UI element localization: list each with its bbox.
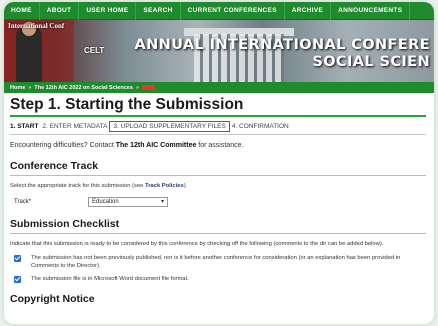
steps-divider xyxy=(10,134,426,135)
nav-current-conferences[interactable]: CURRENT CONFERENCES xyxy=(181,2,285,20)
nav-about[interactable]: ABOUT xyxy=(40,2,80,20)
track-heading: Conference Track xyxy=(10,160,426,176)
copyright-heading: Copyright Notice xyxy=(10,292,95,305)
track-desc-suffix: ). xyxy=(183,183,188,189)
help-suffix: for assistance. xyxy=(196,142,244,149)
checklist-item-text: The submission file is in Microsoft Word… xyxy=(31,275,189,282)
step-confirmation[interactable]: 4. CONFIRMATION xyxy=(230,123,291,130)
nav-home[interactable]: HOME xyxy=(4,2,40,20)
checklist-item: The submission file is in Microsoft Word… xyxy=(10,275,426,283)
breadcrumb: Home » The 12th AIC 2022 on Social Scien… xyxy=(4,82,434,93)
breadcrumb-conference[interactable]: The 12th AIC 2022 on Social Sciences xyxy=(34,85,133,91)
main-content: Step 1. Starting the Submission 1. START… xyxy=(4,93,434,305)
checklist-description: Indicate that this submission is ready t… xyxy=(10,241,384,247)
breadcrumb-current: User xyxy=(141,85,155,90)
step-start: 1. START xyxy=(10,123,39,130)
contact-link[interactable]: The 12th AIC Committee xyxy=(116,142,197,149)
track-policies-link[interactable]: Track Policies xyxy=(145,183,184,189)
track-row: Track* Education ▾ xyxy=(10,197,426,207)
header-banner: International Conf CELT ANNUAL INTERNATI… xyxy=(4,20,434,82)
submission-steps: 1. START 2. ENTER METADATA 3. UPLOAD SUP… xyxy=(10,121,426,132)
help-prefix: Encountering difficulties? Contact xyxy=(10,142,116,149)
step-enter-metadata[interactable]: 2. ENTER METADATA xyxy=(40,123,109,130)
track-description: Select the appropriate track for this su… xyxy=(10,182,426,191)
checklist-item: The submission has not been previously p… xyxy=(10,254,426,270)
chevron-down-icon: ▾ xyxy=(160,199,164,205)
track-select[interactable]: Education ▾ xyxy=(88,197,168,207)
breadcrumb-separator: » xyxy=(28,84,32,91)
banner-speaker-image xyxy=(16,22,42,82)
checklist-heading: Submission Checklist xyxy=(10,218,426,234)
checklist-checkbox[interactable] xyxy=(14,275,21,283)
nav-user-home[interactable]: USER HOME xyxy=(79,2,137,20)
nav-search[interactable]: SEARCH xyxy=(136,2,181,20)
browser-frame: HOME ABOUT USER HOME SEARCH CURRENT CONF… xyxy=(4,2,434,324)
track-selected-value: Education xyxy=(92,199,119,205)
banner-subtitle: SOCIAL SCIEN xyxy=(312,54,430,70)
page-title: Step 1. Starting the Submission xyxy=(10,96,426,117)
checklist-item-text: The submission has not been previously p… xyxy=(31,254,401,269)
checklist-checkbox[interactable] xyxy=(14,254,21,262)
nav-archive[interactable]: ARCHIVE xyxy=(285,2,332,20)
track-label: Track* xyxy=(14,199,32,205)
top-nav: HOME ABOUT USER HOME SEARCH CURRENT CONF… xyxy=(4,2,434,20)
breadcrumb-home[interactable]: Home xyxy=(10,85,25,91)
help-text: Encountering difficulties? Contact The 1… xyxy=(10,142,426,149)
breadcrumb-separator: » xyxy=(135,84,139,91)
track-desc-prefix: Select the appropriate track for this su… xyxy=(10,183,146,189)
banner-title: ANNUAL INTERNATIONAL CONFERE xyxy=(134,37,430,53)
banner-small-text: International Conf xyxy=(8,22,65,30)
banner-mid-text: CELT xyxy=(84,46,105,55)
nav-announcements[interactable]: ANNOUNCEMENTS xyxy=(331,2,411,20)
step-upload-supplementary-files[interactable]: 3. UPLOAD SUPPLEMENTARY FILES xyxy=(109,121,230,132)
